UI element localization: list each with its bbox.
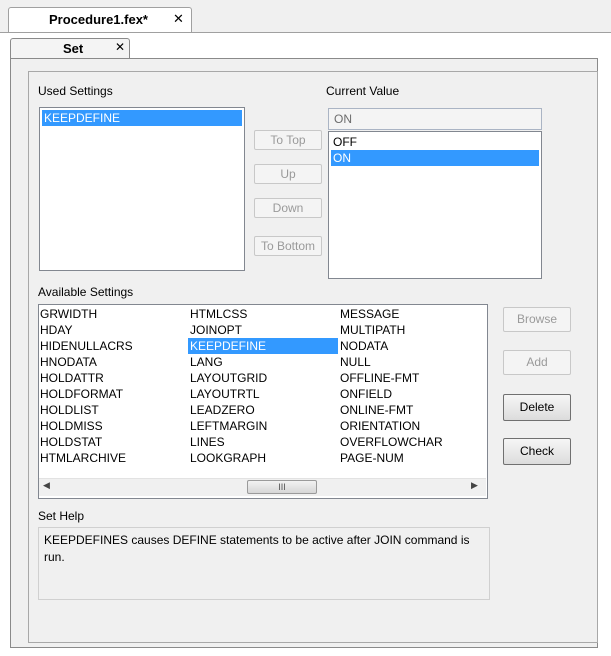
close-icon[interactable]: ✕ [115,40,125,54]
setting-item[interactable]: LINES [188,434,225,450]
scroll-right-icon[interactable]: ▶ [471,480,478,491]
to-top-button[interactable]: To Top [254,130,322,150]
used-settings-list[interactable]: KEEPDEFINE [39,107,245,271]
check-button[interactable]: Check [503,438,571,465]
used-settings-label: Used Settings [38,84,113,98]
current-value-label: Current Value [326,84,400,98]
available-settings-label: Available Settings [38,285,134,299]
set-tab-title: Set [63,41,84,56]
setting-item[interactable]: HOLDSTAT [38,434,102,450]
setting-item[interactable]: LAYOUTRTL [188,386,260,402]
setting-item[interactable]: LANG [188,354,223,370]
set-tab[interactable]: Set ✕ [10,38,130,59]
to-bottom-button[interactable]: To Bottom [254,236,322,256]
set-help-label: Set Help [38,509,85,523]
setting-item[interactable]: HTMLARCHIVE [38,450,126,466]
setting-item[interactable]: HOLDLIST [38,402,99,418]
option-off[interactable]: OFF [331,134,539,150]
setting-item[interactable]: GRWIDTH [38,306,97,322]
setting-item[interactable]: HOLDATTR [38,370,104,386]
up-button[interactable]: Up [254,164,322,184]
setting-item[interactable]: HDAY [38,322,72,338]
setting-item[interactable]: HIDENULLACRS [38,338,133,354]
setting-item[interactable]: NULL [338,354,371,370]
setting-item[interactable]: MESSAGE [338,306,399,322]
set-help-text: KEEPDEFINES causes DEFINE statements to … [38,527,490,600]
add-button[interactable]: Add [503,350,571,375]
setting-item[interactable]: NODATA [338,338,388,354]
scroll-left-icon[interactable]: ◀ [43,480,50,491]
setting-item[interactable]: HOLDMISS [38,418,103,434]
setting-item[interactable]: HOLDFORMAT [38,386,123,402]
setting-item[interactable]: ONLINE-FMT [338,402,413,418]
current-value-options-list[interactable]: OFF ON [328,131,542,279]
down-button[interactable]: Down [254,198,322,218]
setting-item[interactable]: ONFIELD [338,386,392,402]
setting-item[interactable]: PAGE-NUM [338,450,404,466]
setting-item[interactable]: ORIENTATION [338,418,420,434]
option-on[interactable]: ON [331,150,539,166]
current-value-field[interactable]: ON [328,108,542,130]
scrollbar-thumb[interactable]: III [247,480,317,494]
setting-item[interactable]: HNODATA [38,354,97,370]
delete-button[interactable]: Delete [503,394,571,421]
setting-item[interactable]: MULTIPATH [338,322,405,338]
setting-item[interactable]: OFFLINE-FMT [338,370,419,386]
setting-item[interactable]: JOINOPT [188,322,242,338]
document-tab-title: Procedure1.fex* [49,12,148,27]
setting-item[interactable]: OVERFLOWCHAR [338,434,443,450]
setting-item-selected[interactable]: KEEPDEFINE [188,338,338,354]
setting-item[interactable]: LEFTMARGIN [188,418,267,434]
browse-button[interactable]: Browse [503,307,571,332]
setting-item[interactable]: LEADZERO [188,402,255,418]
used-settings-item[interactable]: KEEPDEFINE [42,110,242,126]
available-settings-grid: GRWIDTH HDAY HIDENULLACRS HNODATA HOLDAT… [38,305,488,477]
setting-item[interactable]: LAYOUTGRID [188,370,267,386]
setting-item[interactable]: HTMLCSS [188,306,247,322]
setting-item[interactable]: LOOKGRAPH [188,450,266,466]
document-tab[interactable]: Procedure1.fex* ✕ [8,7,192,32]
close-icon[interactable]: ✕ [173,11,184,27]
